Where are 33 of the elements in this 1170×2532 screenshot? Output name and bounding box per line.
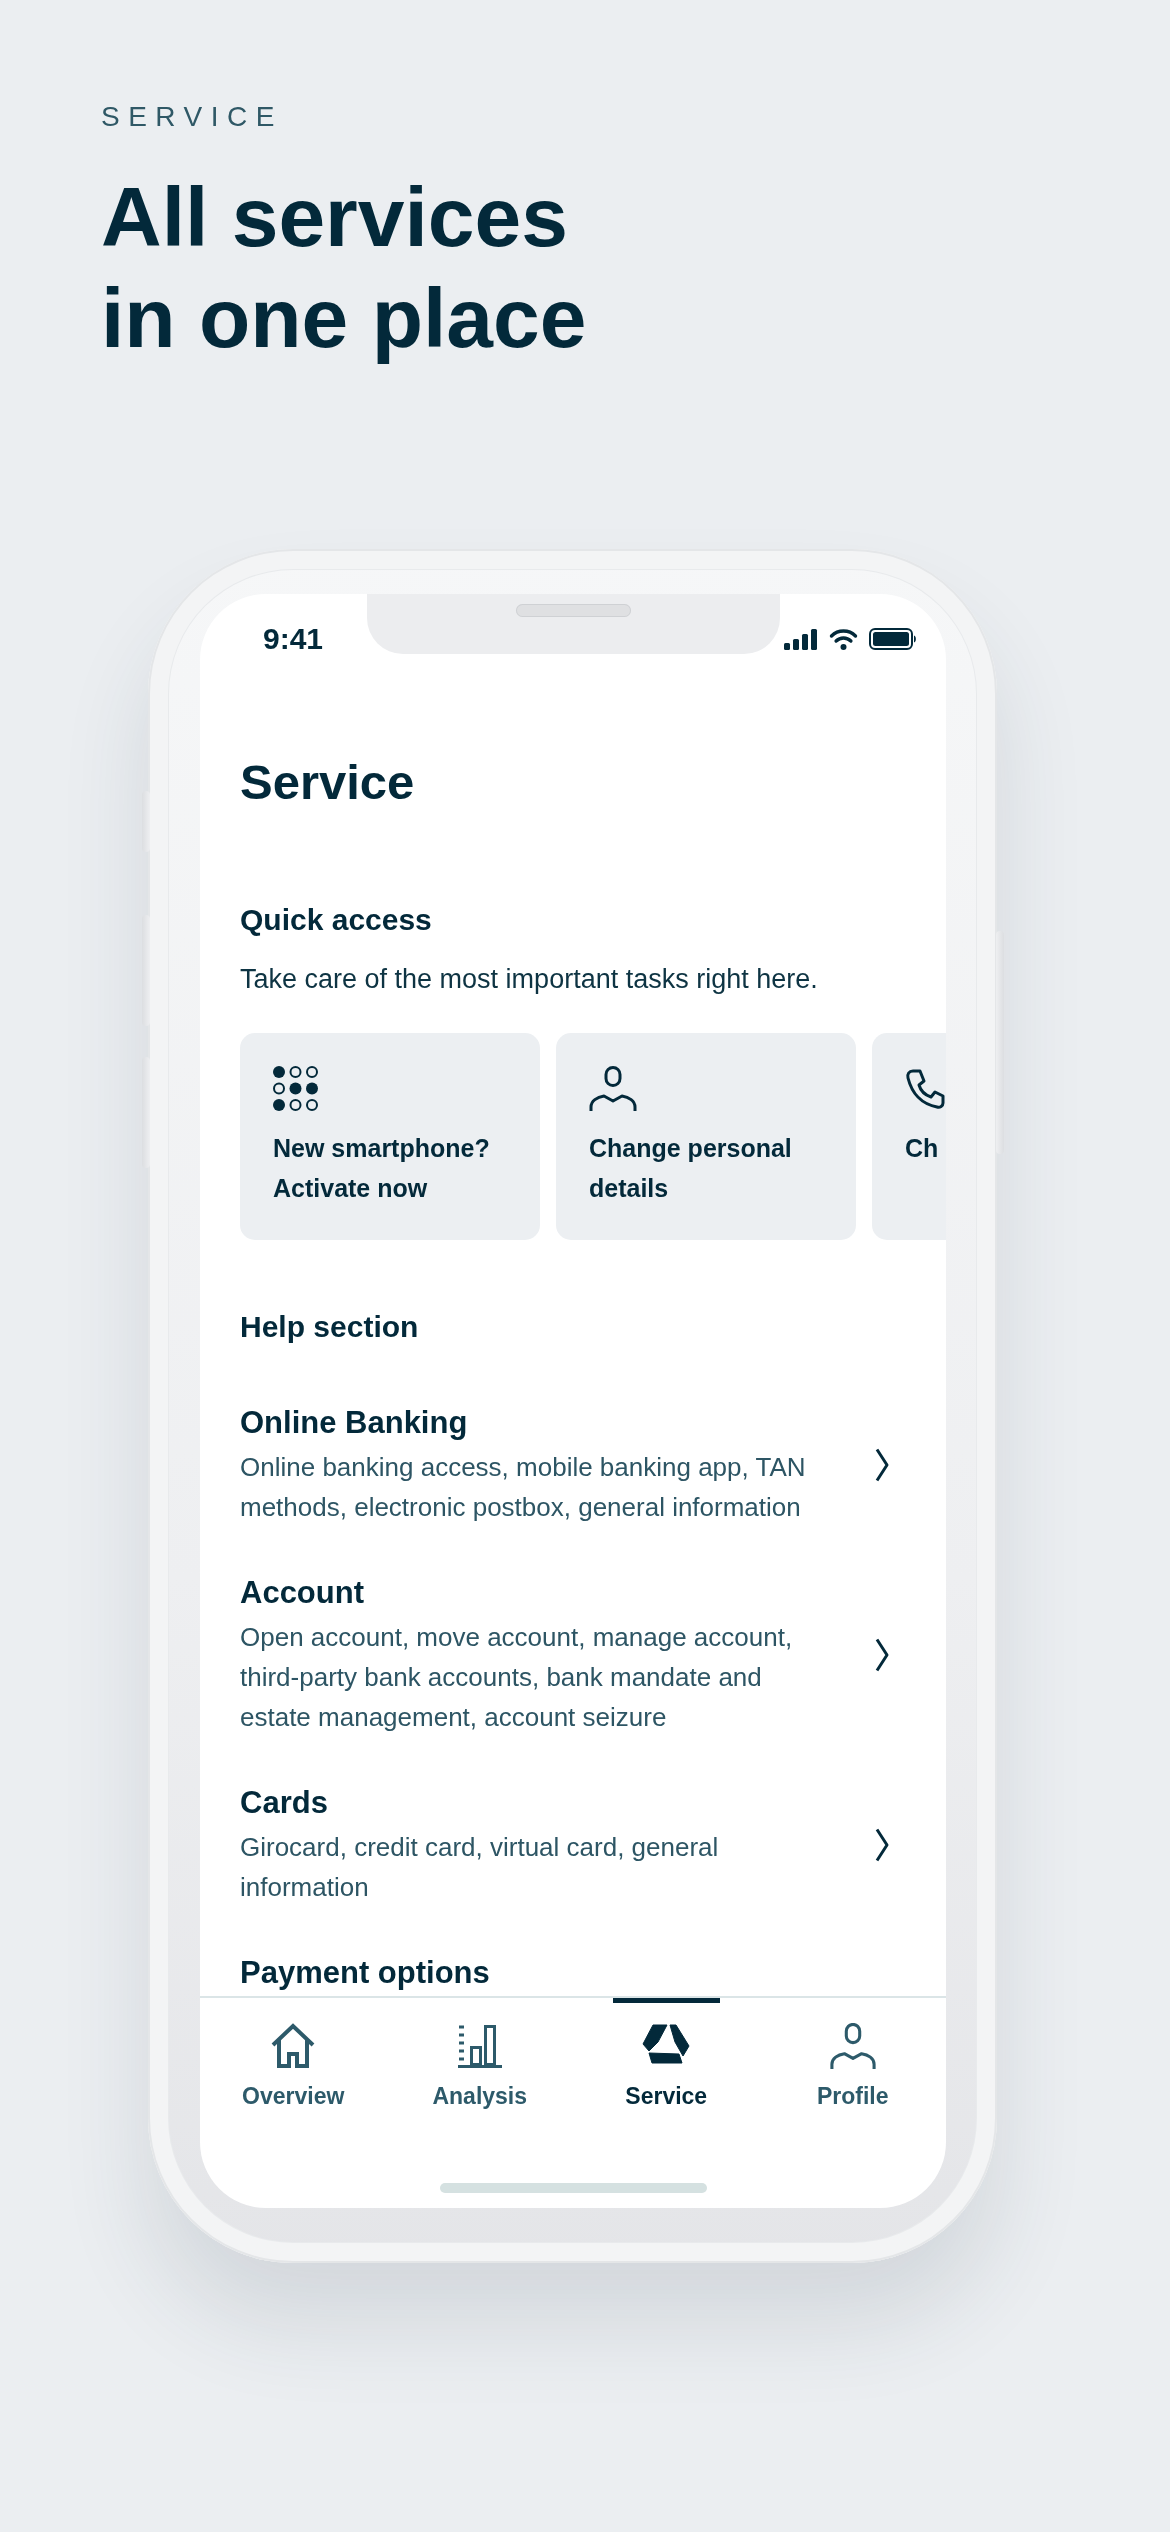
battery-icon xyxy=(869,628,917,650)
quick-access-card[interactable]: New smartphone? Activate now xyxy=(240,1033,540,1240)
chevron-icon[interactable] xyxy=(875,1638,889,1672)
page-title: Service xyxy=(240,754,416,811)
section-heading: Help section xyxy=(240,1309,420,1345)
person-icon xyxy=(589,1066,637,1111)
bar-chart-icon xyxy=(456,2023,503,2069)
house-icon xyxy=(270,2023,317,2069)
tab-button[interactable]: Profile xyxy=(759,1998,946,2130)
eyebrow-label: SERVICE xyxy=(101,100,283,134)
headline: All services in one place xyxy=(101,169,588,367)
triangle-logo-icon xyxy=(642,2023,691,2065)
person-icon xyxy=(829,2023,876,2069)
topic-description: Girocard, credit card, virtual card, general information xyxy=(240,1831,720,1904)
chevron-icon[interactable] xyxy=(875,1448,889,1482)
tab-button[interactable]: Service xyxy=(573,1998,760,2130)
chevron-icon[interactable] xyxy=(875,1828,889,1862)
topic-title[interactable]: Online Banking xyxy=(240,1403,830,1443)
signal-icon xyxy=(784,629,818,650)
topic-description: Open account, move account, manage account, third-party bank accounts, bank mandate and estate management, account seizure xyxy=(240,1621,794,1734)
section-heading: Quick access xyxy=(240,902,433,938)
topic-description: Online banking access, mobile banking app, TAN methods, electronic postbox, general information xyxy=(240,1451,807,1524)
dot-grid-icon xyxy=(273,1066,318,1111)
quick-access-card[interactable]: Change personal details xyxy=(556,1033,856,1240)
quick-access-card[interactable]: Ch xyxy=(872,1033,946,1240)
topic-title[interactable]: Payment options xyxy=(240,1953,830,1993)
section-description: Take care of the most important tasks right here. xyxy=(240,963,819,996)
topic-title[interactable]: Account xyxy=(240,1573,830,1613)
tab-button[interactable]: Analysis xyxy=(386,1998,573,2130)
wifi-icon xyxy=(829,628,858,650)
tab-button[interactable]: Overview xyxy=(200,1998,387,2130)
topic-title[interactable]: Cards xyxy=(240,1783,830,1823)
status-time: 9:41 xyxy=(263,621,324,657)
